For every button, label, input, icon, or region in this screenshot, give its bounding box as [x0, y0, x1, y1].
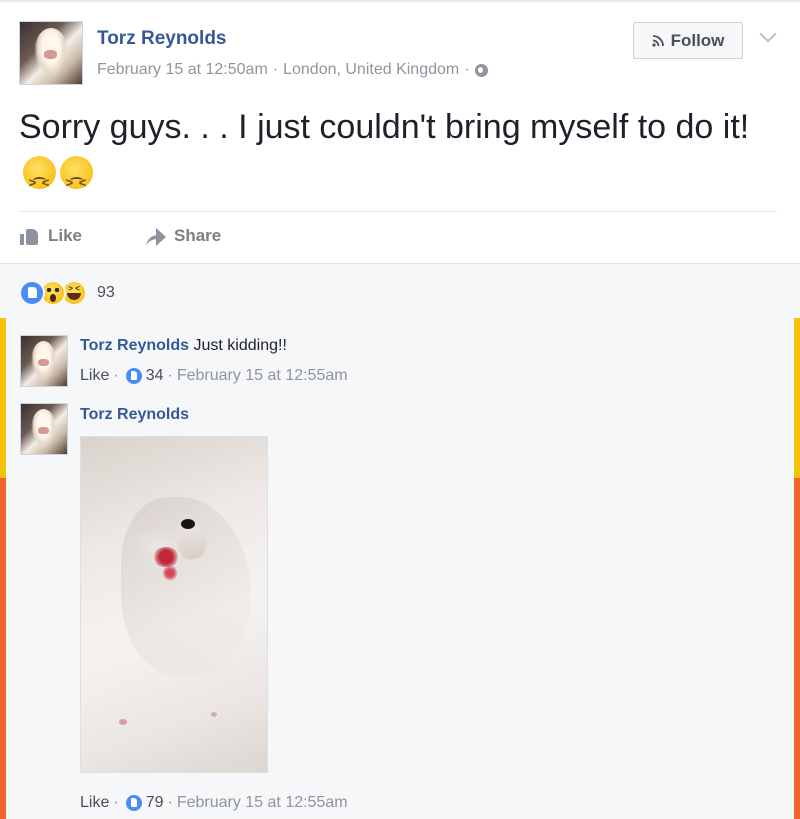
- comment: Torz Reynolds: [80, 406, 189, 424]
- share-arrow-icon: [144, 228, 166, 246]
- comment-time[interactable]: February 15 at 12:55am: [177, 367, 348, 385]
- like-reaction-icon: [125, 795, 142, 811]
- like-reaction-icon: [125, 368, 142, 384]
- meta-separator: ·: [167, 367, 173, 384]
- persevering-face-emoji: [23, 156, 56, 206]
- comment-time[interactable]: February 15 at 12:55am: [177, 794, 348, 812]
- meta-separator: ·: [464, 61, 470, 78]
- share-action-button[interactable]: Share: [144, 226, 221, 246]
- post-date[interactable]: February 15 at 12:50am: [97, 61, 268, 79]
- follow-button[interactable]: Follow: [633, 22, 743, 59]
- photo-stain: [153, 547, 179, 567]
- follow-label: Follow: [670, 30, 725, 50]
- comment-text: Just kidding!!: [193, 337, 287, 354]
- like-reaction-icon: [19, 280, 45, 306]
- comment-avatar[interactable]: [20, 335, 68, 387]
- post-text: Sorry guys. . . I just couldn't bring my…: [19, 104, 779, 206]
- author-name[interactable]: Torz Reynolds: [97, 28, 227, 50]
- thumbs-up-icon: [20, 227, 40, 245]
- divider: [0, 263, 800, 264]
- comment-like-link[interactable]: Like: [80, 367, 109, 385]
- meta-separator: ·: [113, 794, 119, 811]
- comment-like-count[interactable]: 79: [146, 794, 164, 812]
- right-decorative-bar: [794, 318, 800, 819]
- comment-author[interactable]: Torz Reynolds: [80, 337, 189, 354]
- top-rule: [0, 0, 800, 2]
- reactions-summary[interactable]: 93: [19, 280, 115, 306]
- comment-meta: Like · 79 · February 15 at 12:55am: [80, 794, 348, 812]
- photo-dark-spot: [181, 519, 195, 529]
- comment-avatar[interactable]: [20, 403, 68, 455]
- chevron-down-icon[interactable]: [759, 25, 777, 43]
- left-decorative-bar: [0, 318, 6, 819]
- photo-stain: [119, 719, 127, 725]
- rss-icon: [651, 35, 664, 47]
- comment-like-link[interactable]: Like: [80, 794, 109, 812]
- comment-author[interactable]: Torz Reynolds: [80, 406, 189, 423]
- share-action-label: Share: [174, 226, 222, 245]
- meta-separator: ·: [113, 367, 119, 384]
- comment-like-count[interactable]: 34: [146, 367, 164, 385]
- like-action-label: Like: [48, 226, 83, 245]
- meta-separator: ·: [167, 794, 173, 811]
- meta-separator: ·: [272, 61, 279, 78]
- photo-stain: [163, 565, 177, 581]
- post-meta: February 15 at 12:50am · London, United …: [97, 61, 488, 79]
- post-location[interactable]: London, United Kingdom: [283, 61, 459, 79]
- persevering-face-emoji: [60, 156, 93, 206]
- post-text-content: Sorry guys. . . I just couldn't bring my…: [19, 108, 750, 146]
- author-avatar[interactable]: [19, 21, 83, 85]
- comment: Torz Reynolds Just kidding!!: [80, 337, 287, 355]
- like-action-button[interactable]: Like: [20, 226, 82, 246]
- comment-meta: Like · 34 · February 15 at 12:55am: [80, 367, 348, 385]
- photo-stain: [211, 712, 217, 717]
- divider: [19, 211, 777, 212]
- reaction-count: 93: [97, 284, 115, 301]
- globe-icon[interactable]: [474, 63, 488, 77]
- comment-photo[interactable]: [80, 436, 268, 773]
